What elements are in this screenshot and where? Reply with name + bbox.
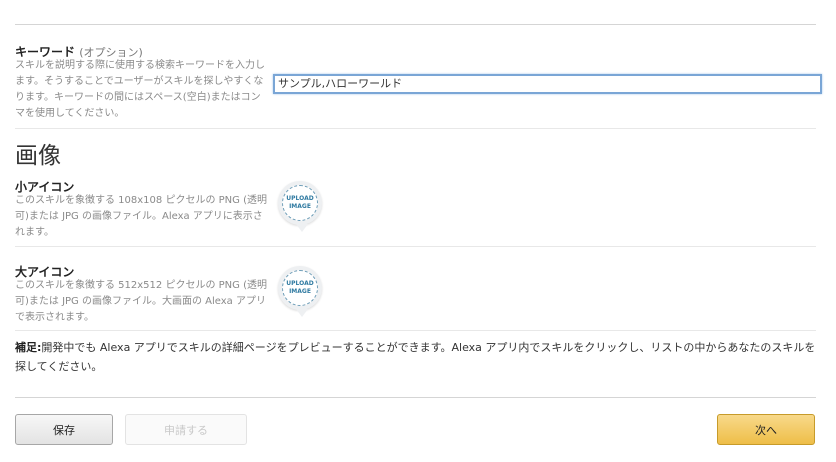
next-button[interactable]: 次へ [717,414,815,445]
small-icon-description: このスキルを象徴する 108x108 ピクセルの PNG (透明可)または JP… [15,195,267,238]
note-text: 開発中でも Alexa アプリでスキルの詳細ページをプレビューすることができます… [15,341,816,373]
note-prefix: 補足: [15,341,42,354]
small-icon-upload-text: UPLOAD IMAGE [282,185,318,221]
keyword-divider [15,128,816,129]
large-icon-divider [15,330,816,331]
large-icon-description: このスキルを象徴する 512x512 ピクセルの PNG (透明可)または JP… [15,280,267,323]
large-icon-upload-text: UPLOAD IMAGE [282,270,318,306]
save-button[interactable]: 保存 [15,414,113,445]
submit-button[interactable]: 申請する [125,414,247,445]
keyword-description: スキルを説明する際に使用する検索キーワードを入力します。そうすることでユーザーが… [15,60,265,119]
preview-note: 補足:開発中でも Alexa アプリでスキルの詳細ページをプレビューすることがで… [15,338,820,376]
small-icon-divider [15,246,816,247]
top-divider [15,24,816,25]
keyword-label-text: キーワード [15,45,76,59]
small-icon-upload-button[interactable]: UPLOAD IMAGE [278,181,322,232]
images-section-title: 画像 [15,143,61,169]
large-icon-upload-button[interactable]: UPLOAD IMAGE [278,266,322,317]
keyword-input[interactable]: サンプル,ハローワールド [273,74,822,94]
bottom-divider [15,397,816,398]
